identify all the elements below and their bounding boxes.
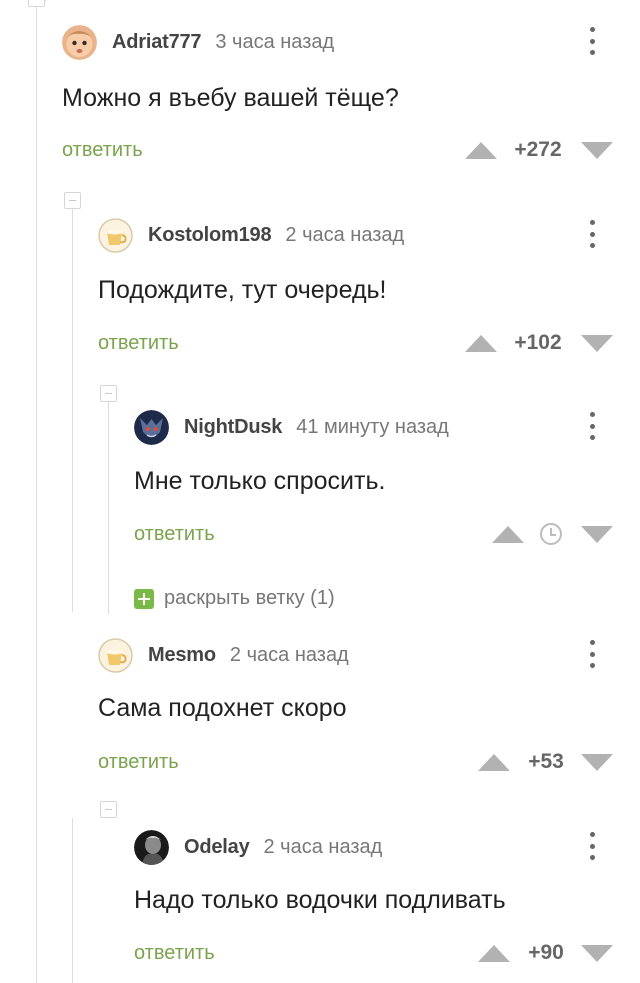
reply-button[interactable]: ответить: [98, 332, 179, 355]
comment-score: +272: [514, 138, 562, 161]
comment-time: 2 часа назад: [285, 223, 405, 246]
expand-branch-label: раскрыть ветку (1): [164, 587, 335, 609]
vote-down-icon[interactable]: [581, 754, 613, 771]
reply-button[interactable]: ответить: [134, 523, 215, 546]
dark-portrait-icon: [134, 829, 169, 865]
more-options-icon[interactable]: [586, 409, 598, 443]
comment-author[interactable]: Kostolom198: [148, 224, 272, 247]
more-options-icon[interactable]: [586, 24, 598, 58]
comment-author[interactable]: NightDusk: [184, 416, 282, 439]
comment-header: Odelay 2 часа назад: [134, 829, 382, 865]
reply-button[interactable]: ответить: [98, 751, 179, 774]
baby-face-icon: [62, 24, 97, 60]
thread-line: [36, 0, 37, 983]
thread-line: [72, 818, 73, 983]
avatar[interactable]: [62, 24, 97, 60]
avatar[interactable]: [134, 409, 169, 445]
comment-text: Мне только спросить.: [134, 467, 386, 495]
comment-author[interactable]: Mesmo: [148, 644, 216, 667]
default-avatar-icon: [98, 637, 133, 673]
vote-up-icon[interactable]: [465, 142, 497, 159]
reply-button[interactable]: ответить: [134, 942, 215, 965]
more-options-icon[interactable]: [586, 829, 598, 863]
more-options-icon[interactable]: [586, 637, 598, 671]
comment-header: NightDusk 41 минуту назад: [134, 409, 449, 445]
vote-down-icon[interactable]: [581, 526, 613, 543]
avatar[interactable]: [134, 829, 169, 865]
comment-author[interactable]: Odelay: [184, 836, 250, 859]
vote-down-icon[interactable]: [581, 945, 613, 962]
comment-score: +53: [528, 750, 564, 773]
vote-up-icon[interactable]: [465, 335, 497, 352]
collapse-thread-button[interactable]: [64, 192, 81, 209]
comment-text: Подождите, тут очередь!: [98, 276, 387, 304]
thread-line: [72, 202, 73, 612]
collapse-thread-button[interactable]: [28, 0, 45, 7]
comment-header: Mesmo 2 часа назад: [98, 637, 349, 673]
comment-header: Kostolom198 2 часа назад: [98, 217, 404, 253]
expand-branch-button[interactable]: раскрыть ветку (1): [134, 587, 335, 610]
comment-author[interactable]: Adriat777: [112, 31, 202, 54]
dark-creature-icon: [134, 409, 169, 445]
comment-time: 2 часа назад: [229, 643, 349, 666]
comment-time: 41 минуту назад: [296, 415, 449, 438]
comment-header: Adriat777 3 часа назад: [62, 24, 334, 60]
comment-score: +102: [514, 331, 562, 354]
reply-button[interactable]: ответить: [62, 139, 143, 162]
collapse-thread-button[interactable]: [100, 385, 117, 402]
clock-icon: [540, 523, 562, 545]
comment-text: Надо только водочки подливать: [134, 886, 506, 914]
vote-down-icon[interactable]: [581, 335, 613, 352]
comment-text: Можно я въебу вашей тёще?: [62, 84, 399, 112]
collapse-thread-button[interactable]: [100, 801, 117, 818]
avatar[interactable]: [98, 217, 133, 253]
comment-time: 3 часа назад: [215, 30, 335, 53]
default-avatar-icon: [98, 217, 133, 253]
vote-down-icon[interactable]: [581, 142, 613, 159]
thread-line: [108, 396, 109, 614]
plus-icon: [134, 588, 154, 609]
more-options-icon[interactable]: [586, 217, 598, 251]
vote-up-icon[interactable]: [478, 945, 510, 962]
vote-up-icon[interactable]: [478, 754, 510, 771]
avatar[interactable]: [98, 637, 133, 673]
comment-time: 2 часа назад: [263, 835, 383, 858]
comment-text: Сама подохнет скоро: [98, 694, 347, 722]
comment-score: +90: [528, 941, 564, 964]
vote-up-icon[interactable]: [492, 526, 524, 543]
